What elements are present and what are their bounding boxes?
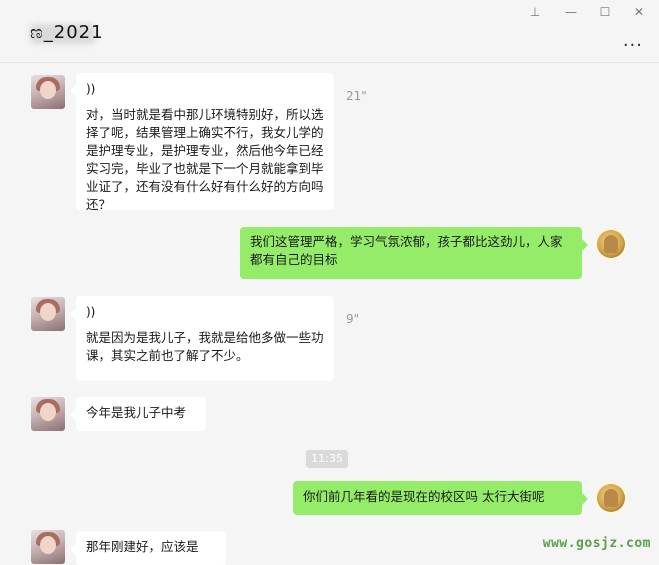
maximize-icon[interactable]: ☐ xyxy=(596,4,614,20)
minimize-icon[interactable]: — xyxy=(562,4,580,20)
avatar[interactable] xyxy=(31,75,65,109)
transcript-text: 对，当时就是看中那儿环境特别好，所以选择了呢，结果管理上确实不行，我女儿学的是护… xyxy=(86,107,324,212)
voice-icon[interactable]: )) xyxy=(86,80,324,100)
message-text: 今年是我儿子中考 xyxy=(86,405,187,420)
message-text: 那年刚建好，应该是 xyxy=(86,539,199,554)
voice-message-bubble[interactable]: )) 对，当时就是看中那儿环境特别好，所以选择了呢，结果管理上确实不行，我女儿学… xyxy=(70,73,334,212)
timestamp: 11:35 xyxy=(306,450,348,468)
title-bar: ಣ_2021 ⊥ — ☐ ✕ ... xyxy=(0,0,659,63)
avatar[interactable] xyxy=(31,397,65,431)
avatar[interactable] xyxy=(31,297,65,331)
pin-icon[interactable]: ⊥ xyxy=(526,4,544,20)
message-bubble[interactable]: 今年是我儿子中考 xyxy=(70,397,206,431)
voice-message-bubble[interactable]: )) 就是因为是我儿子，我就是给他多做一些功课，其实之前也了解了不少。 xyxy=(70,296,334,381)
transcript-text: 就是因为是我儿子，我就是给他多做一些功课，其实之前也了解了不少。 xyxy=(86,330,324,363)
message-bubble[interactable]: 我们这管理严格，学习气氛浓郁，孩子都比这劲儿，人家都有自己的目标 xyxy=(240,227,588,279)
chat-title: ಣ_2021 xyxy=(30,22,104,43)
my-avatar[interactable] xyxy=(594,481,628,515)
voice-duration: 21" xyxy=(346,89,367,103)
avatar[interactable] xyxy=(31,530,65,564)
more-options-icon[interactable]: ... xyxy=(623,30,643,51)
message-bubble[interactable]: 你们前几年看的是现在的校区吗 太行大街呢 xyxy=(293,481,588,515)
watermark: www.gosjz.com xyxy=(542,536,651,551)
voice-icon[interactable]: )) xyxy=(86,303,324,323)
my-avatar[interactable] xyxy=(594,227,628,261)
message-text: 我们这管理严格，学习气氛浓郁，孩子都比这劲儿，人家都有自己的目标 xyxy=(250,234,563,267)
message-bubble[interactable]: 那年刚建好，应该是 xyxy=(70,531,226,565)
message-text: 你们前几年看的是现在的校区吗 太行大街呢 xyxy=(303,489,545,504)
close-icon[interactable]: ✕ xyxy=(630,4,648,20)
voice-duration: 9" xyxy=(346,312,360,326)
